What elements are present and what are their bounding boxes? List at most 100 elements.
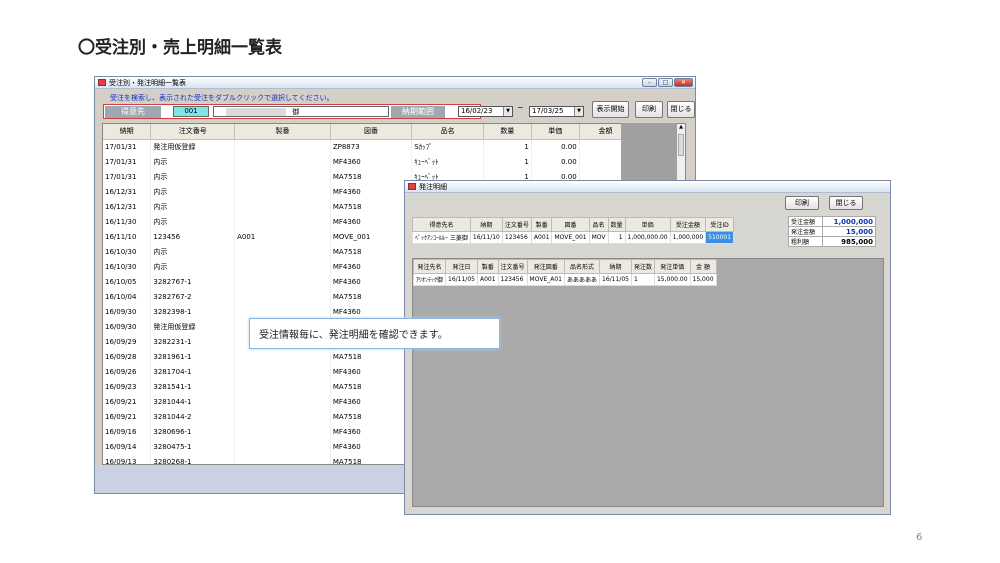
column-header[interactable]: 納期 xyxy=(469,217,503,232)
table-cell: 16/09/21 xyxy=(103,409,152,424)
customer-label: 得意先 xyxy=(105,106,161,118)
show-start-button[interactable]: 表示開始 xyxy=(592,101,629,118)
scroll-thumb[interactable] xyxy=(678,134,684,156)
table-row[interactable]: ﾍﾟｯｸｱﾝｺｰﾙﾙｰ 三菱御 16/11/10 123456 A001 MOVE_00… xyxy=(412,231,735,244)
minimize-button[interactable]: – xyxy=(642,78,657,87)
summary-value: 15,000 xyxy=(822,226,876,237)
customer-name-input[interactable]: 御 xyxy=(213,106,389,117)
column-header[interactable]: 品名 xyxy=(411,124,484,140)
table-cell: 内示 xyxy=(150,199,236,214)
column-header[interactable]: 単価 xyxy=(624,217,671,232)
column-header[interactable]: 金 額 xyxy=(689,259,717,274)
table-cell xyxy=(234,199,331,214)
table-cell: MA7518 xyxy=(330,289,413,304)
table-row[interactable]: 17/01/31内示MF4360ｷｭｰﾍﾞｯﾄ10.000501373 xyxy=(103,154,685,169)
table-cell: 16/12/31 xyxy=(103,199,152,214)
table-cell: MF4360 xyxy=(330,259,413,274)
column-header[interactable]: 図番 xyxy=(551,217,590,232)
column-header[interactable]: 注文番号 xyxy=(497,259,528,274)
chevron-down-icon[interactable]: ▼ xyxy=(503,107,512,116)
customer-code-input[interactable]: 001 xyxy=(173,106,209,117)
lower-gray-pane xyxy=(412,258,884,507)
column-header[interactable]: 数量 xyxy=(607,217,626,232)
scroll-up-arrow[interactable]: ▲ xyxy=(677,124,685,130)
table-cell xyxy=(234,349,331,364)
print-button[interactable]: 印刷 xyxy=(635,101,663,118)
main-window-title: 受注別・発注明細一覧表 xyxy=(109,78,186,87)
period-label: 納期範囲 xyxy=(391,106,445,118)
table-cell xyxy=(234,259,331,274)
table-cell: A001 xyxy=(234,229,331,244)
table-cell: 123456 xyxy=(497,273,528,286)
table-cell: 16/10/05 xyxy=(103,274,152,289)
table-cell: 16/09/29 xyxy=(103,334,152,349)
table-cell: MA7518 xyxy=(330,169,413,184)
main-window-titlebar: 受注別・発注明細一覧表 xyxy=(95,77,695,89)
column-header[interactable]: 発注数 xyxy=(630,259,655,274)
column-header[interactable]: 数量 xyxy=(483,124,532,140)
detail-window-titlebar: 発注明細 xyxy=(405,181,890,193)
close-button[interactable]: 閉じる xyxy=(667,101,695,118)
table-cell: MOV xyxy=(588,231,609,244)
table-cell xyxy=(234,184,331,199)
chevron-down-icon[interactable]: ▼ xyxy=(574,107,583,116)
table-cell: A001 xyxy=(530,231,553,244)
table-cell: 1 xyxy=(630,273,655,286)
column-header[interactable]: 発注先名 xyxy=(412,259,447,274)
table-cell: MOVE_001 xyxy=(330,229,413,244)
table-cell: 1,000,000 xyxy=(669,231,707,244)
window-close-button[interactable]: ✕ xyxy=(674,78,693,87)
column-header[interactable]: 発注日 xyxy=(445,259,478,274)
table-cell xyxy=(234,439,331,454)
column-header[interactable]: 品名 xyxy=(588,217,609,232)
table-cell xyxy=(234,424,331,439)
column-header[interactable]: 単価 xyxy=(531,124,580,140)
maximize-button[interactable]: □ xyxy=(658,78,673,87)
customer-name-masked xyxy=(226,108,286,116)
table-cell: 0.00 xyxy=(531,139,580,154)
table-cell xyxy=(234,304,331,319)
column-header[interactable]: 製番 xyxy=(530,217,553,232)
table-cell: 16/09/30 xyxy=(103,304,152,319)
date-to-select[interactable]: 17/03/25 ▼ xyxy=(529,106,584,117)
table-cell: 16/12/31 xyxy=(103,184,152,199)
date-from-select[interactable]: 16/02/23 ▼ xyxy=(458,106,513,117)
column-header[interactable]: 発注単価 xyxy=(653,259,691,274)
table-cell xyxy=(234,394,331,409)
table-cell xyxy=(234,154,331,169)
column-header[interactable]: 製番 xyxy=(234,124,331,140)
detail-print-button[interactable]: 印刷 xyxy=(785,196,819,210)
column-header[interactable]: 納期 xyxy=(599,259,632,274)
table-cell xyxy=(234,244,331,259)
table-cell: 16/09/14 xyxy=(103,439,152,454)
column-header[interactable]: 品名形式 xyxy=(563,259,601,274)
table-cell: MF4360 xyxy=(330,184,413,199)
table-cell: 3280696-1 xyxy=(150,424,236,439)
table-cell: 17/01/31 xyxy=(103,169,152,184)
table-cell: 16/09/30 xyxy=(103,319,152,334)
column-header[interactable]: 発注図番 xyxy=(526,259,565,274)
table-cell: 3282398-1 xyxy=(150,304,236,319)
table-cell xyxy=(234,409,331,424)
column-header[interactable]: 納期 xyxy=(103,124,152,140)
column-header[interactable]: 受注ID xyxy=(705,217,735,232)
table-cell: 内示 xyxy=(150,259,236,274)
table-cell: 0.00 xyxy=(531,154,580,169)
column-header[interactable]: 注文番号 xyxy=(501,217,532,232)
order-detail-table: 得意先名 納期 注文番号 製番 図番 品名 数量 単価 受注金額 受注ID ﾍﾟｯｸｱﾝｺｰﾙﾙｰ… xyxy=(412,217,735,244)
column-header[interactable]: 製番 xyxy=(476,259,499,274)
column-header[interactable]: 注文番号 xyxy=(150,124,236,140)
table-cell: MA7518 xyxy=(330,244,413,259)
table-cell: 510001 xyxy=(705,231,735,244)
date-range-tilde: ~ xyxy=(517,103,524,112)
table-row[interactable]: ｱﾘｵﾝﾃｯｸ御 16/11/05 A001 123456 MOVE_A01 あああああ 1… xyxy=(412,273,717,286)
table-cell: MA7518 xyxy=(330,409,413,424)
table-row[interactable]: 17/01/31発注用仮登録ZP8873Sｶｯﾌﾟ10.000041110 xyxy=(103,139,685,154)
detail-close-button[interactable]: 閉じる xyxy=(829,196,863,210)
column-header[interactable]: 得意先名 xyxy=(412,217,471,232)
column-header[interactable]: 図番 xyxy=(330,124,413,140)
date-to-value: 17/03/25 xyxy=(532,107,564,115)
column-header[interactable]: 受注金額 xyxy=(669,217,707,232)
table-cell xyxy=(234,274,331,289)
table-cell: MA7518 xyxy=(330,379,413,394)
